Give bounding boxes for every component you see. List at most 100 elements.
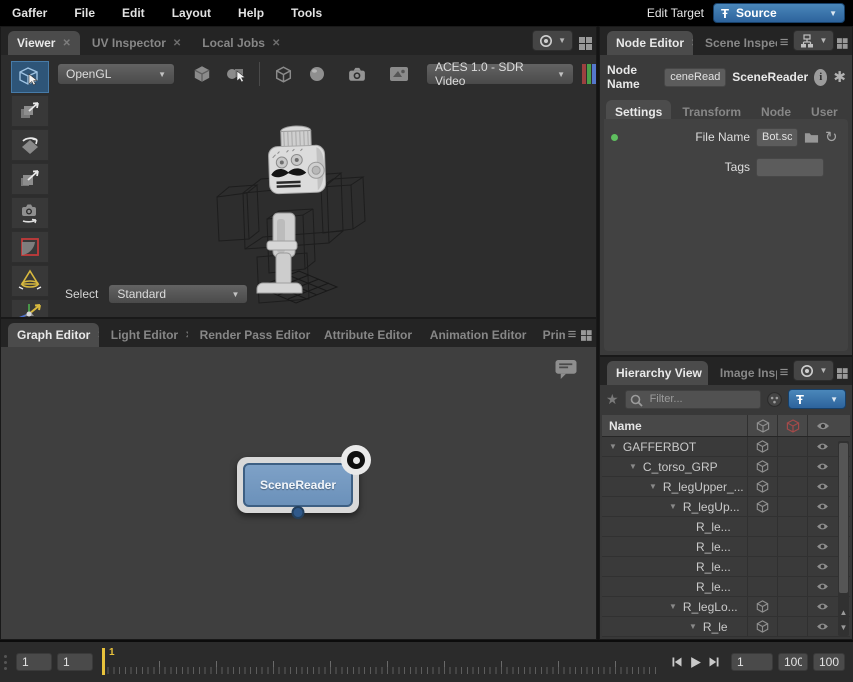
table-row[interactable]: ▼R_legLo... — [602, 597, 850, 617]
gear-icon[interactable]: ✱ — [833, 70, 846, 85]
tab-graph-editor[interactable]: Graph Editor✕ — [8, 323, 99, 347]
tab-hierarchy-view[interactable]: Hierarchy View✕ — [607, 361, 708, 385]
table-row[interactable]: R_le... — [602, 577, 850, 597]
table-row[interactable]: R_le... — [602, 517, 850, 537]
focus-ring-icon[interactable] — [341, 445, 371, 475]
visibility-eye-icon[interactable] — [807, 497, 837, 516]
skip-to-end-icon[interactable] — [708, 656, 720, 668]
visibility-eye-icon[interactable] — [807, 557, 837, 576]
menu-help[interactable]: Help — [238, 6, 264, 20]
channels-icon[interactable] — [582, 64, 596, 84]
panel-menu-icon[interactable]: ≡ — [568, 327, 577, 342]
menu-gaffer[interactable]: Gaffer — [12, 6, 47, 20]
node-output-port[interactable] — [292, 506, 305, 519]
scrollbar-thumb[interactable] — [839, 443, 848, 593]
menu-edit[interactable]: Edit — [122, 6, 145, 20]
hierarchy-pin-dropdown[interactable]: Ŧ ▼ — [788, 389, 846, 409]
menu-tools[interactable]: Tools — [291, 6, 322, 20]
table-row[interactable]: R_le... — [602, 557, 850, 577]
expand-arrow-icon[interactable]: ▼ — [669, 602, 677, 611]
bookmark-star-icon[interactable]: ★ — [606, 391, 619, 408]
renderer-dropdown[interactable]: OpenGL ▼ — [57, 63, 175, 85]
drawing-mode-cube-icon[interactable] — [270, 62, 296, 86]
tab-light-editor[interactable]: Light Editor✕ — [102, 323, 188, 347]
shader-cell[interactable] — [747, 437, 777, 456]
timeline-ruler[interactable]: 1 — [102, 647, 656, 677]
annotation-bubble-icon[interactable] — [554, 359, 578, 380]
light-tool-button[interactable] — [11, 265, 49, 297]
folder-icon[interactable] — [804, 130, 819, 145]
scene-reader-node[interactable]: SceneReader — [237, 457, 359, 513]
panel-menu-icon[interactable]: ≡ — [780, 365, 789, 380]
shader-cell[interactable] — [747, 497, 777, 516]
expand-arrow-icon[interactable]: ▼ — [629, 462, 637, 471]
table-row[interactable]: R_le... — [602, 537, 850, 557]
table-row[interactable]: ▼GAFFERBOT — [602, 437, 850, 457]
layout-grid-icon[interactable] — [837, 367, 848, 380]
node-name-input[interactable] — [664, 68, 726, 87]
expand-arrow-icon[interactable]: ▼ — [609, 442, 617, 451]
select-tool-button[interactable] — [11, 61, 49, 93]
range-end-input[interactable] — [778, 653, 808, 671]
table-row[interactable]: ▼R_le — [602, 617, 850, 637]
info-icon[interactable]: i — [814, 69, 827, 86]
viewer-viewport[interactable]: OpenGL ▼ ACES 1.0 - SDR V — [1, 55, 596, 317]
crop-window-tool-button[interactable] — [11, 231, 49, 263]
close-icon[interactable]: ✕ — [272, 38, 280, 49]
select-mode-dropdown[interactable]: Standard ▼ — [108, 284, 248, 304]
scale-tool-button[interactable] — [11, 163, 49, 195]
name-column-header[interactable]: Name — [602, 419, 747, 433]
close-icon[interactable]: ✕ — [173, 38, 181, 49]
scroll-up-icon[interactable]: ▲ — [838, 606, 849, 620]
layout-grid-icon[interactable] — [579, 37, 592, 50]
layout-grid-icon[interactable] — [581, 329, 592, 342]
scene-view-icon[interactable] — [386, 62, 412, 86]
drag-grip[interactable] — [4, 655, 7, 670]
file-name-input[interactable] — [756, 128, 798, 147]
expand-arrow-icon[interactable]: ▼ — [669, 502, 677, 511]
expand-arrow-icon[interactable]: ▼ — [649, 482, 657, 491]
tab-primitive-inspector[interactable]: Prim — [534, 323, 565, 347]
edit-target-dropdown[interactable]: Ŧ Source ▼ — [713, 3, 845, 23]
refresh-icon[interactable]: ↻ — [825, 130, 838, 145]
expand-arrow-icon[interactable]: ▼ — [689, 622, 697, 631]
skip-to-start-icon[interactable] — [671, 656, 683, 668]
light-position-tool-button[interactable] — [11, 299, 49, 317]
table-row[interactable]: ▼R_legUp... — [602, 497, 850, 517]
tags-input[interactable] — [756, 158, 824, 177]
tab-image-inspector[interactable]: Image Inspe — [711, 361, 777, 385]
filter-options-icon[interactable] — [767, 392, 782, 407]
panel-menu-icon[interactable]: ≡ — [780, 35, 789, 50]
playhead[interactable] — [102, 648, 105, 675]
tab-scene-inspector[interactable]: Scene Inspecto — [696, 31, 777, 55]
graph-editor-canvas[interactable]: SceneReader — [1, 347, 596, 639]
visibility-eye-icon[interactable] — [807, 517, 837, 536]
shading-mode-icon[interactable] — [189, 62, 215, 86]
tab-render-pass-editor[interactable]: Render Pass Editor✕ — [191, 323, 312, 347]
visibility-eye-icon[interactable] — [807, 537, 837, 556]
tab-node-editor[interactable]: Node Editor✕ — [607, 31, 693, 55]
close-icon[interactable]: ✕ — [62, 38, 70, 49]
filter-input[interactable] — [625, 390, 761, 409]
scroll-down-icon[interactable]: ▼ — [838, 621, 849, 635]
frame-range-start-input[interactable] — [16, 653, 52, 671]
frame-input[interactable] — [731, 653, 773, 671]
menu-file[interactable]: File — [74, 6, 95, 20]
shader-cell[interactable] — [747, 597, 777, 616]
tab-uv-inspector[interactable]: UV Inspector✕ — [83, 31, 190, 55]
play-icon[interactable] — [689, 656, 702, 669]
current-frame-input[interactable] — [57, 653, 93, 671]
visibility-eye-icon[interactable] — [807, 577, 837, 596]
translate-tool-button[interactable] — [11, 95, 49, 127]
layout-grid-icon[interactable] — [837, 37, 848, 50]
camera-tool-button[interactable] — [11, 197, 49, 229]
shader-cell[interactable] — [747, 617, 777, 636]
shader-cell[interactable] — [747, 477, 777, 496]
menu-layout[interactable]: Layout — [172, 6, 211, 20]
visibility-eye-icon[interactable] — [807, 477, 837, 496]
visibility-eye-icon[interactable] — [807, 597, 837, 616]
visibility-eye-icon[interactable] — [807, 457, 837, 476]
table-row[interactable]: ▼R_legUpper_... — [602, 477, 850, 497]
table-row[interactable]: ▼C_torso_GRP — [602, 457, 850, 477]
playback-end-input[interactable] — [813, 653, 845, 671]
